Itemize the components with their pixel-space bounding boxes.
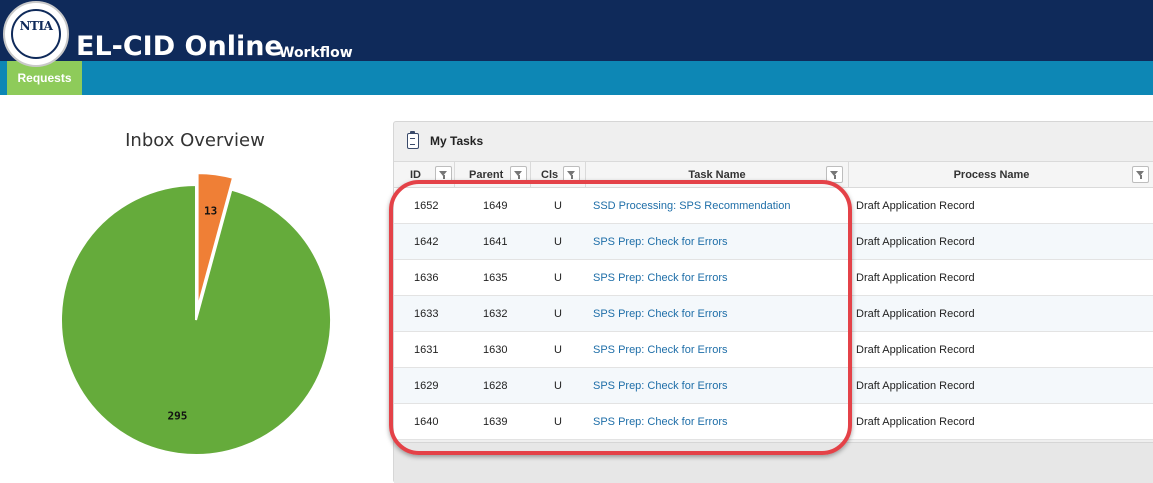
task-link[interactable]: SPS Prep: Check for Errors — [593, 260, 728, 296]
cell-parent: 1635 — [483, 272, 508, 284]
cell-cls: U — [554, 236, 562, 248]
app-subtitle: Workflow — [279, 45, 353, 61]
table-row[interactable]: 1633 1632 U SPS Prep: Check for Errors D… — [394, 296, 1153, 332]
filter-icon[interactable] — [826, 166, 843, 183]
filter-icon[interactable] — [435, 166, 452, 183]
app-title: EL-CID Online — [76, 31, 283, 62]
pie-label-13: 13 — [204, 204, 217, 217]
cell-parent: 1632 — [483, 308, 508, 320]
filter-icon[interactable] — [510, 166, 527, 183]
cell-id: 1636 — [414, 272, 439, 284]
task-link[interactable]: SPS Prep: Check for Errors — [593, 332, 728, 368]
column-header-id: ID — [394, 162, 455, 188]
nav-bar: Requests — [0, 61, 1153, 95]
cell-process: Draft Application Record — [856, 236, 975, 248]
column-label: Task Name — [688, 169, 746, 181]
tab-requests[interactable]: Requests — [7, 61, 82, 95]
table-row[interactable]: 1636 1635 U SPS Prep: Check for Errors D… — [394, 260, 1153, 296]
cell-process: Draft Application Record — [856, 272, 975, 284]
cell-id: 1629 — [414, 380, 439, 392]
cell-id: 1640 — [414, 416, 439, 428]
chart-title: Inbox Overview — [125, 130, 265, 151]
column-header-process-name: Process Name — [849, 162, 1153, 188]
cell-process: Draft Application Record — [856, 380, 975, 392]
app-header: NTIA EL-CID Online Workflow — [0, 0, 1153, 67]
table-row[interactable]: 1652 1649 U SSD Processing: SPS Recommen… — [394, 188, 1153, 224]
table-row[interactable]: 1629 1628 U SPS Prep: Check for Errors D… — [394, 368, 1153, 404]
cell-cls: U — [554, 344, 562, 356]
task-link[interactable]: SPS Prep: Check for Errors — [593, 296, 728, 332]
tasks-grid: ID Parent Cls Task Name Process Name 165… — [394, 161, 1153, 440]
cell-process: Draft Application Record — [856, 200, 975, 212]
clipboard-icon — [407, 131, 419, 149]
cell-cls: U — [554, 380, 562, 392]
panel-header: My Tasks — [394, 122, 1153, 160]
column-label: Cls — [541, 169, 559, 181]
task-link[interactable]: SSD Processing: SPS Recommendation — [593, 188, 790, 224]
logo-ring — [11, 9, 61, 59]
cell-parent: 1630 — [483, 344, 508, 356]
cell-parent: 1649 — [483, 200, 508, 212]
column-header-parent: Parent — [455, 162, 531, 188]
logo-text: NTIA — [19, 19, 53, 33]
cell-process: Draft Application Record — [856, 344, 975, 356]
ntia-logo: NTIA — [3, 1, 69, 67]
table-row[interactable]: 1631 1630 U SPS Prep: Check for Errors D… — [394, 332, 1153, 368]
column-label: ID — [410, 169, 421, 181]
my-tasks-panel: My Tasks ID Parent Cls Task Name Process… — [393, 121, 1153, 483]
cell-process: Draft Application Record — [856, 416, 975, 428]
grid-footer — [394, 442, 1153, 483]
table-row[interactable]: 1640 1639 U SPS Prep: Check for Errors D… — [394, 404, 1153, 440]
cell-cls: U — [554, 308, 562, 320]
column-header-cls: Cls — [531, 162, 586, 188]
cell-cls: U — [554, 200, 562, 212]
cell-process: Draft Application Record — [856, 308, 975, 320]
pie-slice-295[interactable] — [60, 183, 332, 456]
cell-parent: 1639 — [483, 416, 508, 428]
column-label: Parent — [469, 169, 504, 181]
filter-icon[interactable] — [1132, 166, 1149, 183]
inbox-overview-pie: 13 295 — [60, 172, 332, 456]
table-row[interactable]: 1642 1641 U SPS Prep: Check for Errors D… — [394, 224, 1153, 260]
cell-cls: U — [554, 272, 562, 284]
pie-label-295: 295 — [167, 409, 187, 422]
cell-parent: 1641 — [483, 236, 508, 248]
filter-icon[interactable] — [563, 166, 580, 183]
cell-id: 1631 — [414, 344, 439, 356]
grid-header: ID Parent Cls Task Name Process Name — [394, 161, 1153, 188]
cell-id: 1642 — [414, 236, 439, 248]
task-link[interactable]: SPS Prep: Check for Errors — [593, 224, 728, 260]
task-link[interactable]: SPS Prep: Check for Errors — [593, 368, 728, 404]
cell-id: 1652 — [414, 200, 439, 212]
cell-cls: U — [554, 416, 562, 428]
panel-title: My Tasks — [430, 134, 484, 148]
task-link[interactable]: SPS Prep: Check for Errors — [593, 404, 728, 440]
column-label: Process Name — [953, 169, 1030, 181]
cell-parent: 1628 — [483, 380, 508, 392]
column-header-task-name: Task Name — [586, 162, 849, 188]
cell-id: 1633 — [414, 308, 439, 320]
